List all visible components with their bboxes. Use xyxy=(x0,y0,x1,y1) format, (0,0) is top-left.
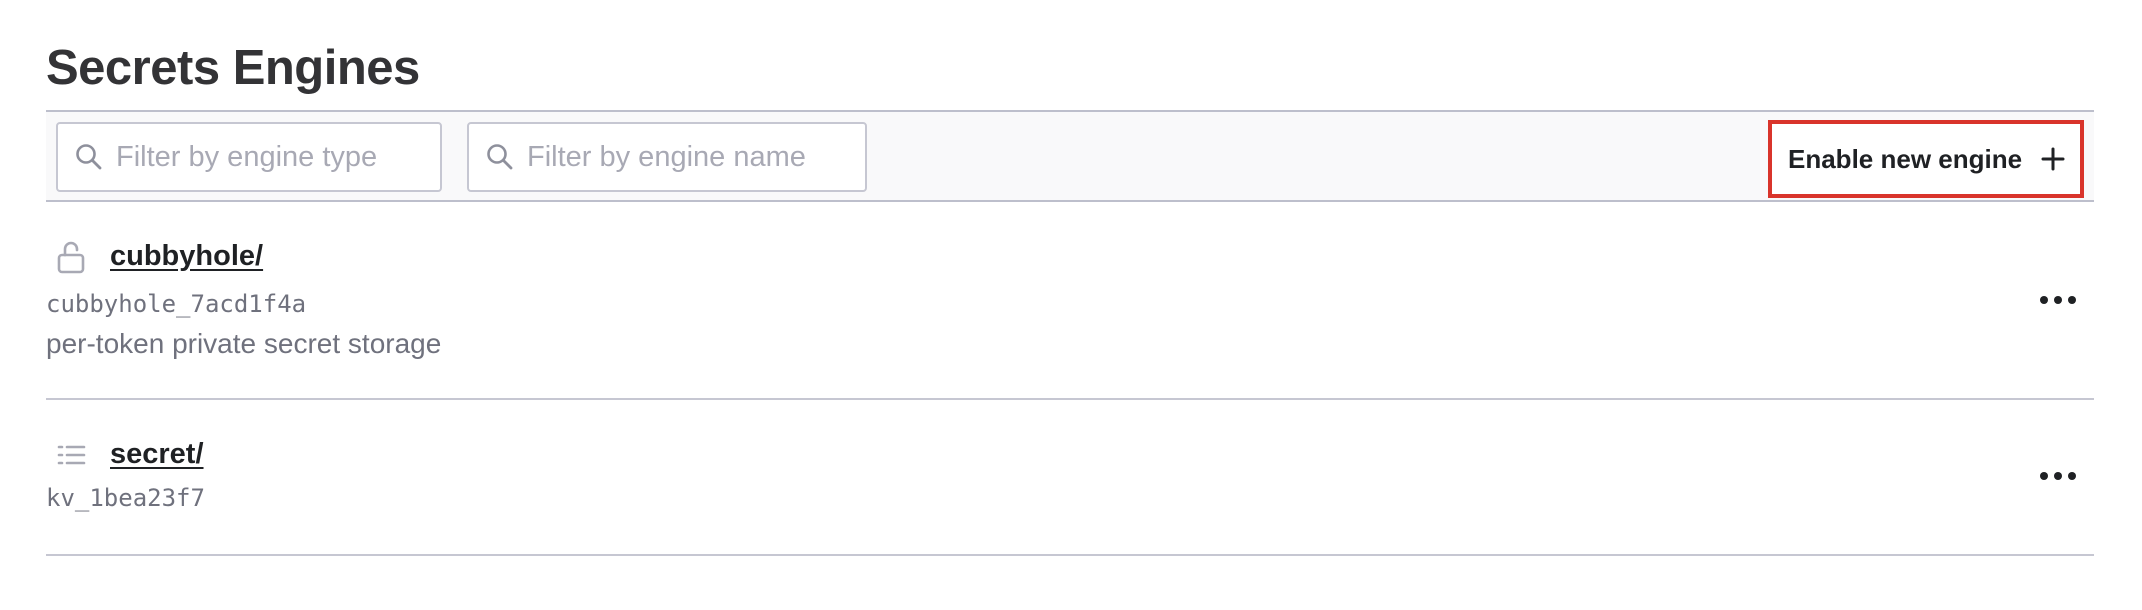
search-icon xyxy=(487,144,513,170)
engine-row: secret/ kv_1bea23f7 xyxy=(46,400,2094,556)
engine-accessor: kv_1bea23f7 xyxy=(46,484,205,512)
search-icon xyxy=(76,144,102,170)
plus-icon xyxy=(2041,147,2065,171)
list-icon xyxy=(57,445,86,465)
page-title: Secrets Engines xyxy=(46,41,420,95)
filter-engine-type[interactable] xyxy=(56,122,442,192)
dot-icon xyxy=(2068,296,2076,304)
enable-new-engine-label: Enable new engine xyxy=(1788,143,2023,174)
engine-row: cubbyhole/ cubbyhole_7acd1f4a per-token … xyxy=(46,204,2094,400)
dot-icon xyxy=(2040,472,2048,480)
engine-name-input[interactable] xyxy=(527,140,847,174)
engine-path-link[interactable]: cubbyhole/ xyxy=(110,240,263,273)
engine-path-link[interactable]: secret/ xyxy=(110,438,204,471)
enable-new-engine-button[interactable]: Enable new engine xyxy=(1768,120,2084,198)
engine-accessor: cubbyhole_7acd1f4a xyxy=(46,290,307,318)
dot-icon xyxy=(2040,296,2048,304)
engine-description: per-token private secret storage xyxy=(46,328,442,359)
dot-icon xyxy=(2054,296,2062,304)
dot-icon xyxy=(2054,472,2062,480)
more-options-button[interactable] xyxy=(2040,290,2076,310)
toolbar: Enable new engine xyxy=(46,110,2094,202)
more-options-button[interactable] xyxy=(2040,466,2076,486)
filter-engine-name[interactable] xyxy=(467,122,867,192)
engine-type-input[interactable] xyxy=(116,140,436,174)
dot-icon xyxy=(2068,472,2076,480)
lock-open-icon xyxy=(57,241,85,274)
